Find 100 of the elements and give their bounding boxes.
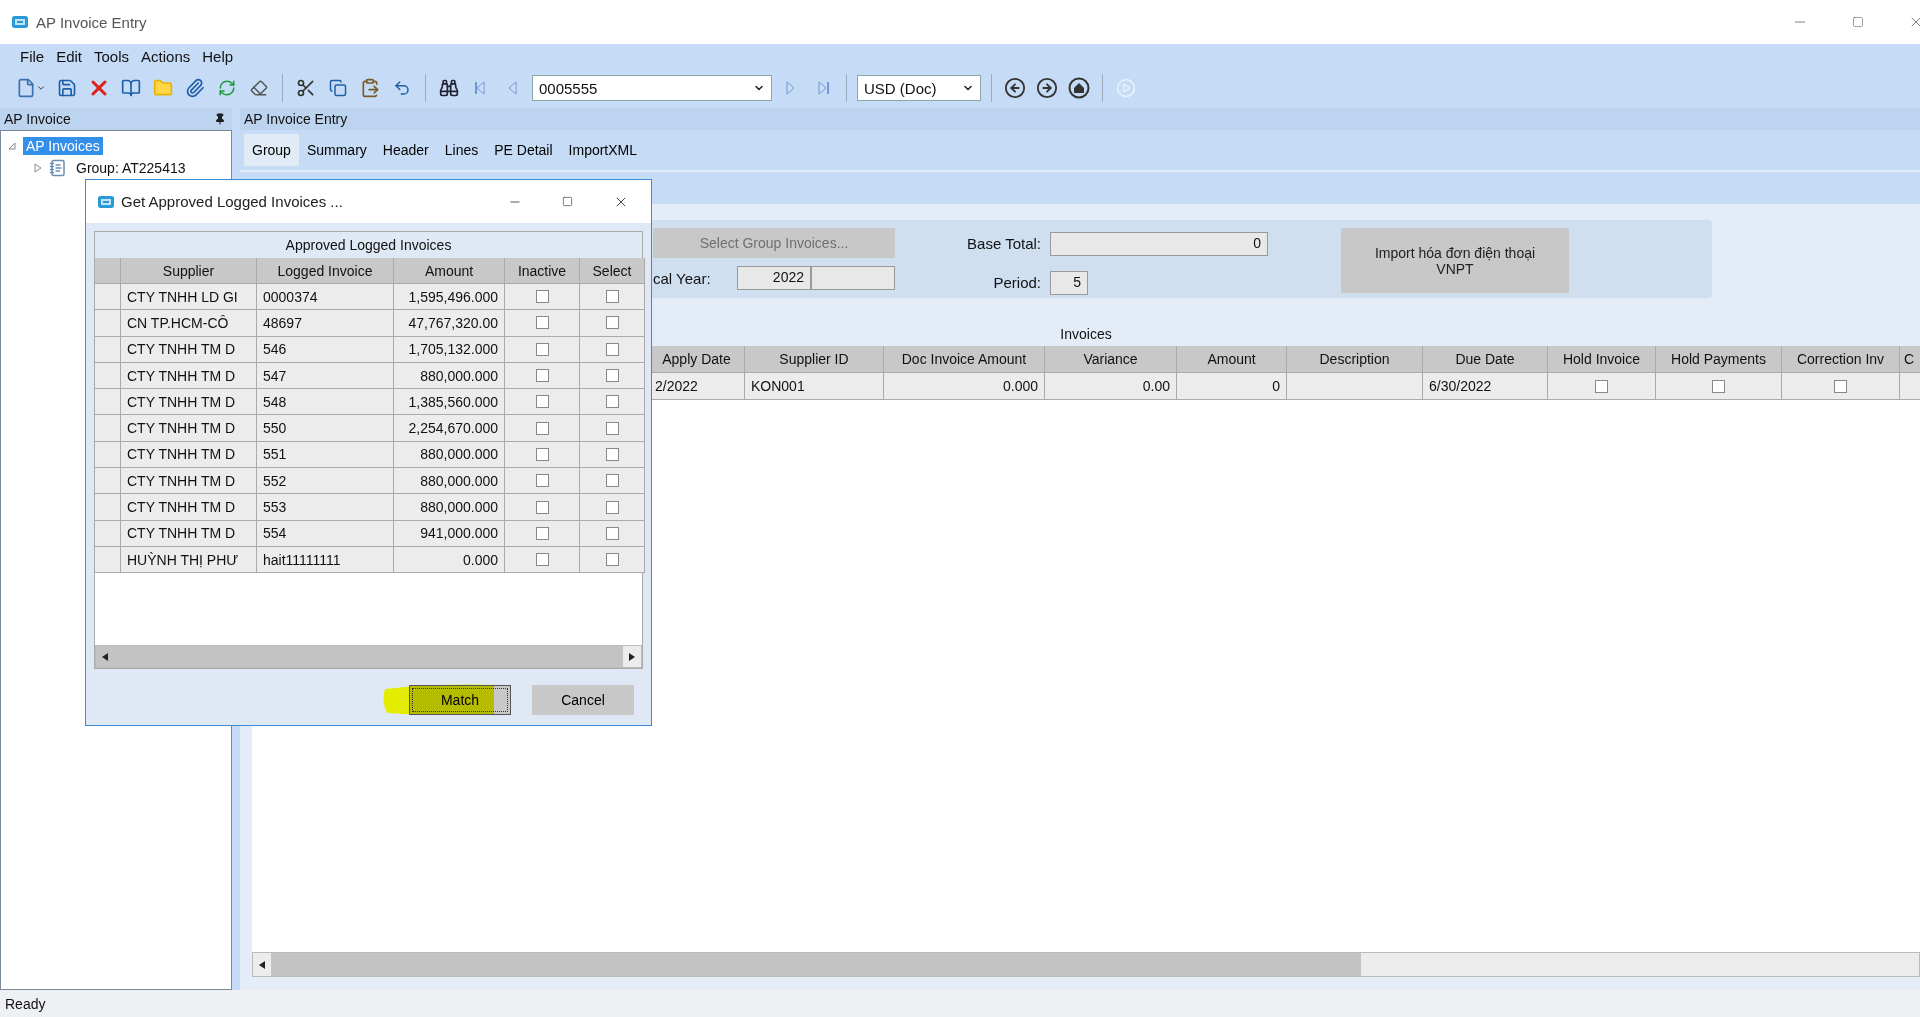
table-cell: 6/30/2022 [1423, 373, 1548, 400]
table-cell: CTY TNHH TM D [121, 389, 257, 416]
checkbox[interactable] [535, 290, 549, 304]
table-cell: 48697 [257, 310, 394, 337]
pin-icon[interactable] [214, 113, 226, 125]
panel-title: AP Invoice [4, 111, 71, 127]
table-cell: 554 [257, 520, 394, 547]
column-header: Logged Invoice [257, 258, 394, 284]
checkbox[interactable] [605, 421, 619, 435]
checkbox[interactable] [605, 369, 619, 383]
checkbox[interactable] [605, 342, 619, 356]
table-cell: CTY TNHH TM D [121, 494, 257, 521]
record-combo[interactable]: 0005555 [532, 75, 772, 101]
scroll-left-icon[interactable] [102, 652, 108, 661]
table-cell: CN TP.HCM-CÔ [121, 310, 257, 337]
checkbox[interactable] [605, 316, 619, 330]
checkbox[interactable] [535, 553, 549, 567]
book-icon[interactable] [121, 78, 141, 98]
checkbox[interactable] [535, 316, 549, 330]
checkbox[interactable] [535, 395, 549, 409]
import-button[interactable]: Import hóa đơn điện thoại VNPT [1341, 228, 1569, 293]
checkbox[interactable] [605, 500, 619, 514]
collapsed-arrow-icon[interactable] [33, 163, 43, 173]
cut-icon[interactable] [296, 78, 316, 98]
tab[interactable]: Summary [298, 134, 375, 166]
table-cell: 1,705,132.000 [394, 336, 505, 363]
home-icon[interactable] [1068, 77, 1090, 99]
column-header: Amount [1177, 346, 1287, 373]
checkbox[interactable] [535, 369, 549, 383]
checkbox[interactable] [605, 290, 619, 304]
checkbox[interactable] [1595, 379, 1608, 393]
menu-item[interactable]: File [14, 47, 51, 65]
menu-item[interactable]: Actions [135, 47, 197, 65]
paste-icon[interactable] [360, 78, 380, 98]
table-cell: 0.000 [884, 373, 1045, 400]
last-record-button[interactable] [816, 80, 830, 96]
currency-combo[interactable]: USD (Doc) [857, 75, 981, 101]
column-header: Hold Payments [1656, 346, 1782, 373]
undo-icon[interactable] [393, 79, 411, 97]
paperclip-icon[interactable] [185, 78, 205, 98]
eraser-icon[interactable] [250, 79, 268, 97]
checkbox[interactable] [535, 421, 549, 435]
tree-item[interactable]: Group: AT225413 [73, 159, 189, 177]
table-cell: 880,000.000 [394, 468, 505, 495]
dialog-title: Get Approved Logged Invoices ... [121, 193, 344, 210]
menu-item[interactable]: Help [196, 47, 240, 65]
checkbox[interactable] [535, 342, 549, 356]
column-header: Hold Invoice [1548, 346, 1656, 373]
maximize-icon[interactable] [1852, 16, 1864, 28]
cancel-button[interactable]: Cancel [532, 685, 634, 715]
menu-item[interactable]: Tools [88, 47, 136, 65]
new-document-icon[interactable] [16, 78, 36, 98]
menu-item[interactable]: Edit [50, 47, 89, 65]
forward-icon[interactable] [1036, 77, 1058, 99]
first-record-button[interactable] [474, 80, 488, 96]
field-label: Base Total: [966, 235, 1041, 252]
table-cell: 880,000.000 [394, 441, 505, 469]
tab[interactable]: Group [244, 134, 299, 166]
checkbox[interactable] [1712, 379, 1725, 393]
checkbox[interactable] [535, 526, 549, 540]
checkbox[interactable] [605, 526, 619, 540]
year-field[interactable]: 2022 [737, 266, 811, 290]
refresh-icon[interactable] [218, 79, 236, 97]
checkbox[interactable] [535, 447, 549, 461]
tab[interactable]: Header [374, 134, 437, 166]
checkbox[interactable] [1834, 379, 1847, 393]
table-cell: hait11111111 [257, 546, 394, 574]
tab[interactable]: ImportXML [560, 134, 646, 166]
horizontal-scrollbar[interactable] [252, 952, 1920, 977]
tab[interactable]: PE Detail [486, 134, 561, 166]
checkbox[interactable] [535, 500, 549, 514]
checkbox[interactable] [605, 395, 619, 409]
horizontal-scrollbar[interactable] [95, 645, 642, 668]
table-cell: 547 [257, 362, 394, 390]
checkbox[interactable] [605, 553, 619, 567]
table-cell: 552 [257, 468, 394, 495]
scroll-right-icon[interactable] [629, 652, 635, 661]
checkbox[interactable] [535, 474, 549, 488]
save-icon[interactable] [57, 78, 77, 98]
base-total-field[interactable]: 0 [1050, 231, 1268, 256]
table-cell: 548 [257, 389, 394, 416]
table-cell: CTY TNHH TM D [121, 362, 257, 390]
expanded-arrow-icon[interactable] [7, 141, 17, 151]
app-icon [98, 195, 114, 208]
copy-icon[interactable] [329, 79, 347, 97]
match-button[interactable]: Match [409, 685, 511, 715]
maximize-icon[interactable] [562, 196, 573, 207]
binoculars-icon[interactable] [439, 78, 459, 98]
checkbox[interactable] [605, 447, 619, 461]
scroll-left-icon[interactable] [259, 960, 265, 969]
table-cell: 2/2022 [649, 373, 745, 400]
year-dropdown[interactable] [811, 266, 895, 290]
table-cell: 880,000.000 [394, 494, 505, 521]
back-icon[interactable] [1004, 77, 1026, 99]
checkbox[interactable] [605, 474, 619, 488]
table-cell: CTY TNHH LD GI [121, 284, 257, 311]
table-cell: 941,000.000 [394, 520, 505, 547]
previous-record-button[interactable] [506, 80, 520, 96]
period-field[interactable]: 5 [1050, 270, 1088, 295]
tab[interactable]: Lines [436, 134, 487, 166]
